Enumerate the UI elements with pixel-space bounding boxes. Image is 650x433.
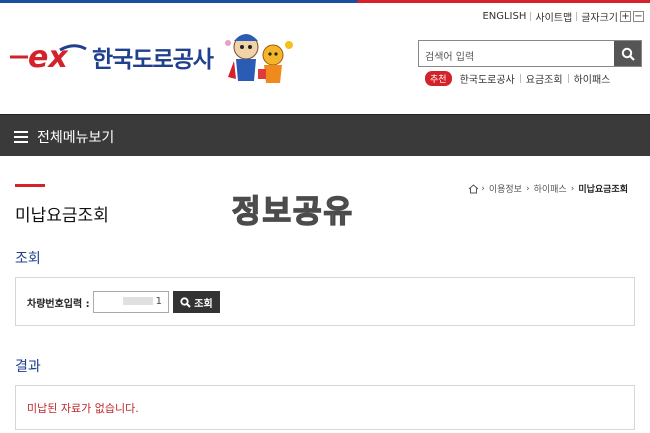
- chevron-right-icon: ›: [481, 183, 485, 194]
- brand-name: 한국도로공사: [92, 47, 214, 73]
- main-nav-bar: 전체메뉴보기: [0, 114, 650, 156]
- home-icon[interactable]: [468, 183, 479, 194]
- font-size-label: 글자크기: [581, 13, 618, 24]
- breadcrumb-item[interactable]: 하이패스: [534, 182, 567, 195]
- plate-number-label: 차량번호입력 :: [27, 299, 90, 310]
- search-icon: [621, 47, 635, 61]
- recommend-badge: 추천: [425, 71, 452, 86]
- page-title: 미납요금조회: [15, 206, 109, 226]
- site-logo[interactable]: ex 한국도로공사: [8, 40, 214, 75]
- hamburger-icon: [14, 131, 28, 143]
- english-link[interactable]: ENGLISH: [482, 11, 526, 22]
- keyword-link[interactable]: 하이패스: [574, 71, 611, 86]
- plate-number-input[interactable]: 1: [93, 291, 169, 313]
- watermark-text: 정보공유: [231, 193, 355, 231]
- search-box: 검색어 입력: [418, 40, 642, 67]
- ex-logo-icon: ex: [8, 40, 88, 75]
- chevron-right-icon: ›: [570, 183, 575, 194]
- breadcrumb: › 이용정보 › 하이패스 › 미납요금조회: [468, 182, 630, 195]
- divider: [567, 74, 569, 83]
- search-input[interactable]: 검색어 입력: [419, 41, 614, 66]
- query-button[interactable]: 조회: [173, 291, 220, 313]
- query-section-heading: 조회: [15, 251, 41, 267]
- search-button[interactable]: [614, 41, 641, 66]
- recommended-keywords: 추천 한국도로공사 요금조회 하이패스: [425, 71, 610, 86]
- chevron-right-icon: ›: [525, 183, 530, 194]
- keyword-link[interactable]: 요금조회: [526, 71, 563, 86]
- keyword-link[interactable]: 한국도로공사: [460, 71, 515, 86]
- result-section-heading: 결과: [15, 359, 41, 375]
- result-message: 미납된 자료가 없습니다.: [27, 402, 139, 415]
- divider: [519, 74, 521, 83]
- result-box: 미납된 자료가 없습니다.: [15, 385, 635, 430]
- title-accent-bar: [15, 184, 45, 187]
- top-color-bar: [0, 0, 650, 3]
- breadcrumb-current: 미납요금조회: [578, 185, 628, 195]
- query-form-box: 차량번호입력 : 1 조회: [15, 277, 635, 326]
- masked-value: [122, 297, 153, 305]
- all-menu-button[interactable]: 전체메뉴보기: [14, 127, 114, 147]
- mascot-image: [218, 25, 298, 87]
- divider: [576, 12, 578, 21]
- logo-mark-text: ex: [28, 40, 69, 74]
- breadcrumb-item[interactable]: 이용정보: [489, 182, 522, 195]
- sitemap-link[interactable]: 사이트맵: [535, 9, 572, 24]
- font-decrease-button[interactable]: −: [633, 11, 644, 22]
- utility-links: ENGLISH 사이트맵 글자크기 + −: [482, 9, 644, 24]
- font-increase-button[interactable]: +: [620, 11, 631, 22]
- divider: [530, 12, 532, 21]
- query-button-label: 조회: [194, 298, 213, 310]
- all-menu-label: 전체메뉴보기: [37, 130, 115, 146]
- search-icon: [180, 296, 192, 308]
